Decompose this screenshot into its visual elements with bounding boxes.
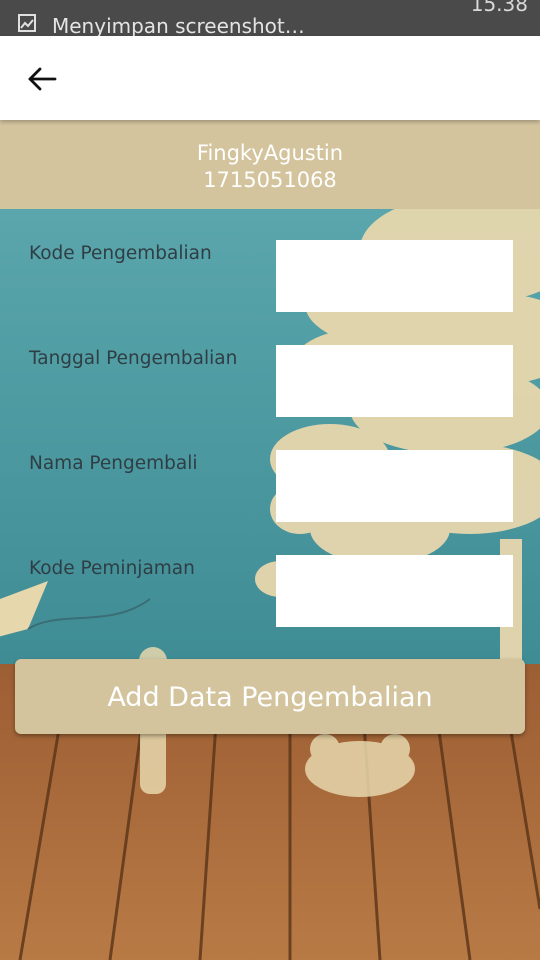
status-clock: 15.38 bbox=[470, 0, 528, 16]
label-tanggal-pengembalian: Tanggal Pengembalian bbox=[29, 348, 238, 369]
image-icon bbox=[18, 14, 36, 32]
user-name: FingkyAgustin bbox=[196, 141, 344, 165]
arrow-left-icon bbox=[28, 67, 57, 91]
status-bar: Menyimpan screenshot… 15.38 bbox=[0, 0, 540, 36]
notification-text: Menyimpan screenshot… bbox=[52, 14, 305, 36]
add-data-pengembalian-button[interactable]: Add Data Pengembalian bbox=[15, 659, 525, 734]
user-nim: 1715051068 bbox=[203, 168, 337, 192]
user-header: FingkyAgustin 1715051068 bbox=[0, 120, 540, 209]
back-button[interactable] bbox=[18, 58, 66, 100]
label-kode-pengembalian: Kode Pengembalian bbox=[29, 243, 212, 264]
toolbar bbox=[0, 36, 540, 120]
nama-pengembali-input[interactable] bbox=[276, 450, 513, 522]
label-nama-pengembali: Nama Pengembali bbox=[29, 453, 198, 474]
kode-pengembalian-input[interactable] bbox=[276, 240, 513, 312]
tanggal-pengembalian-input[interactable] bbox=[276, 345, 513, 417]
kode-peminjaman-input[interactable] bbox=[276, 555, 513, 627]
app-screen: Menyimpan screenshot… 15.38 FingkyAgusti… bbox=[0, 0, 540, 960]
label-kode-peminjaman: Kode Peminjaman bbox=[29, 558, 195, 579]
